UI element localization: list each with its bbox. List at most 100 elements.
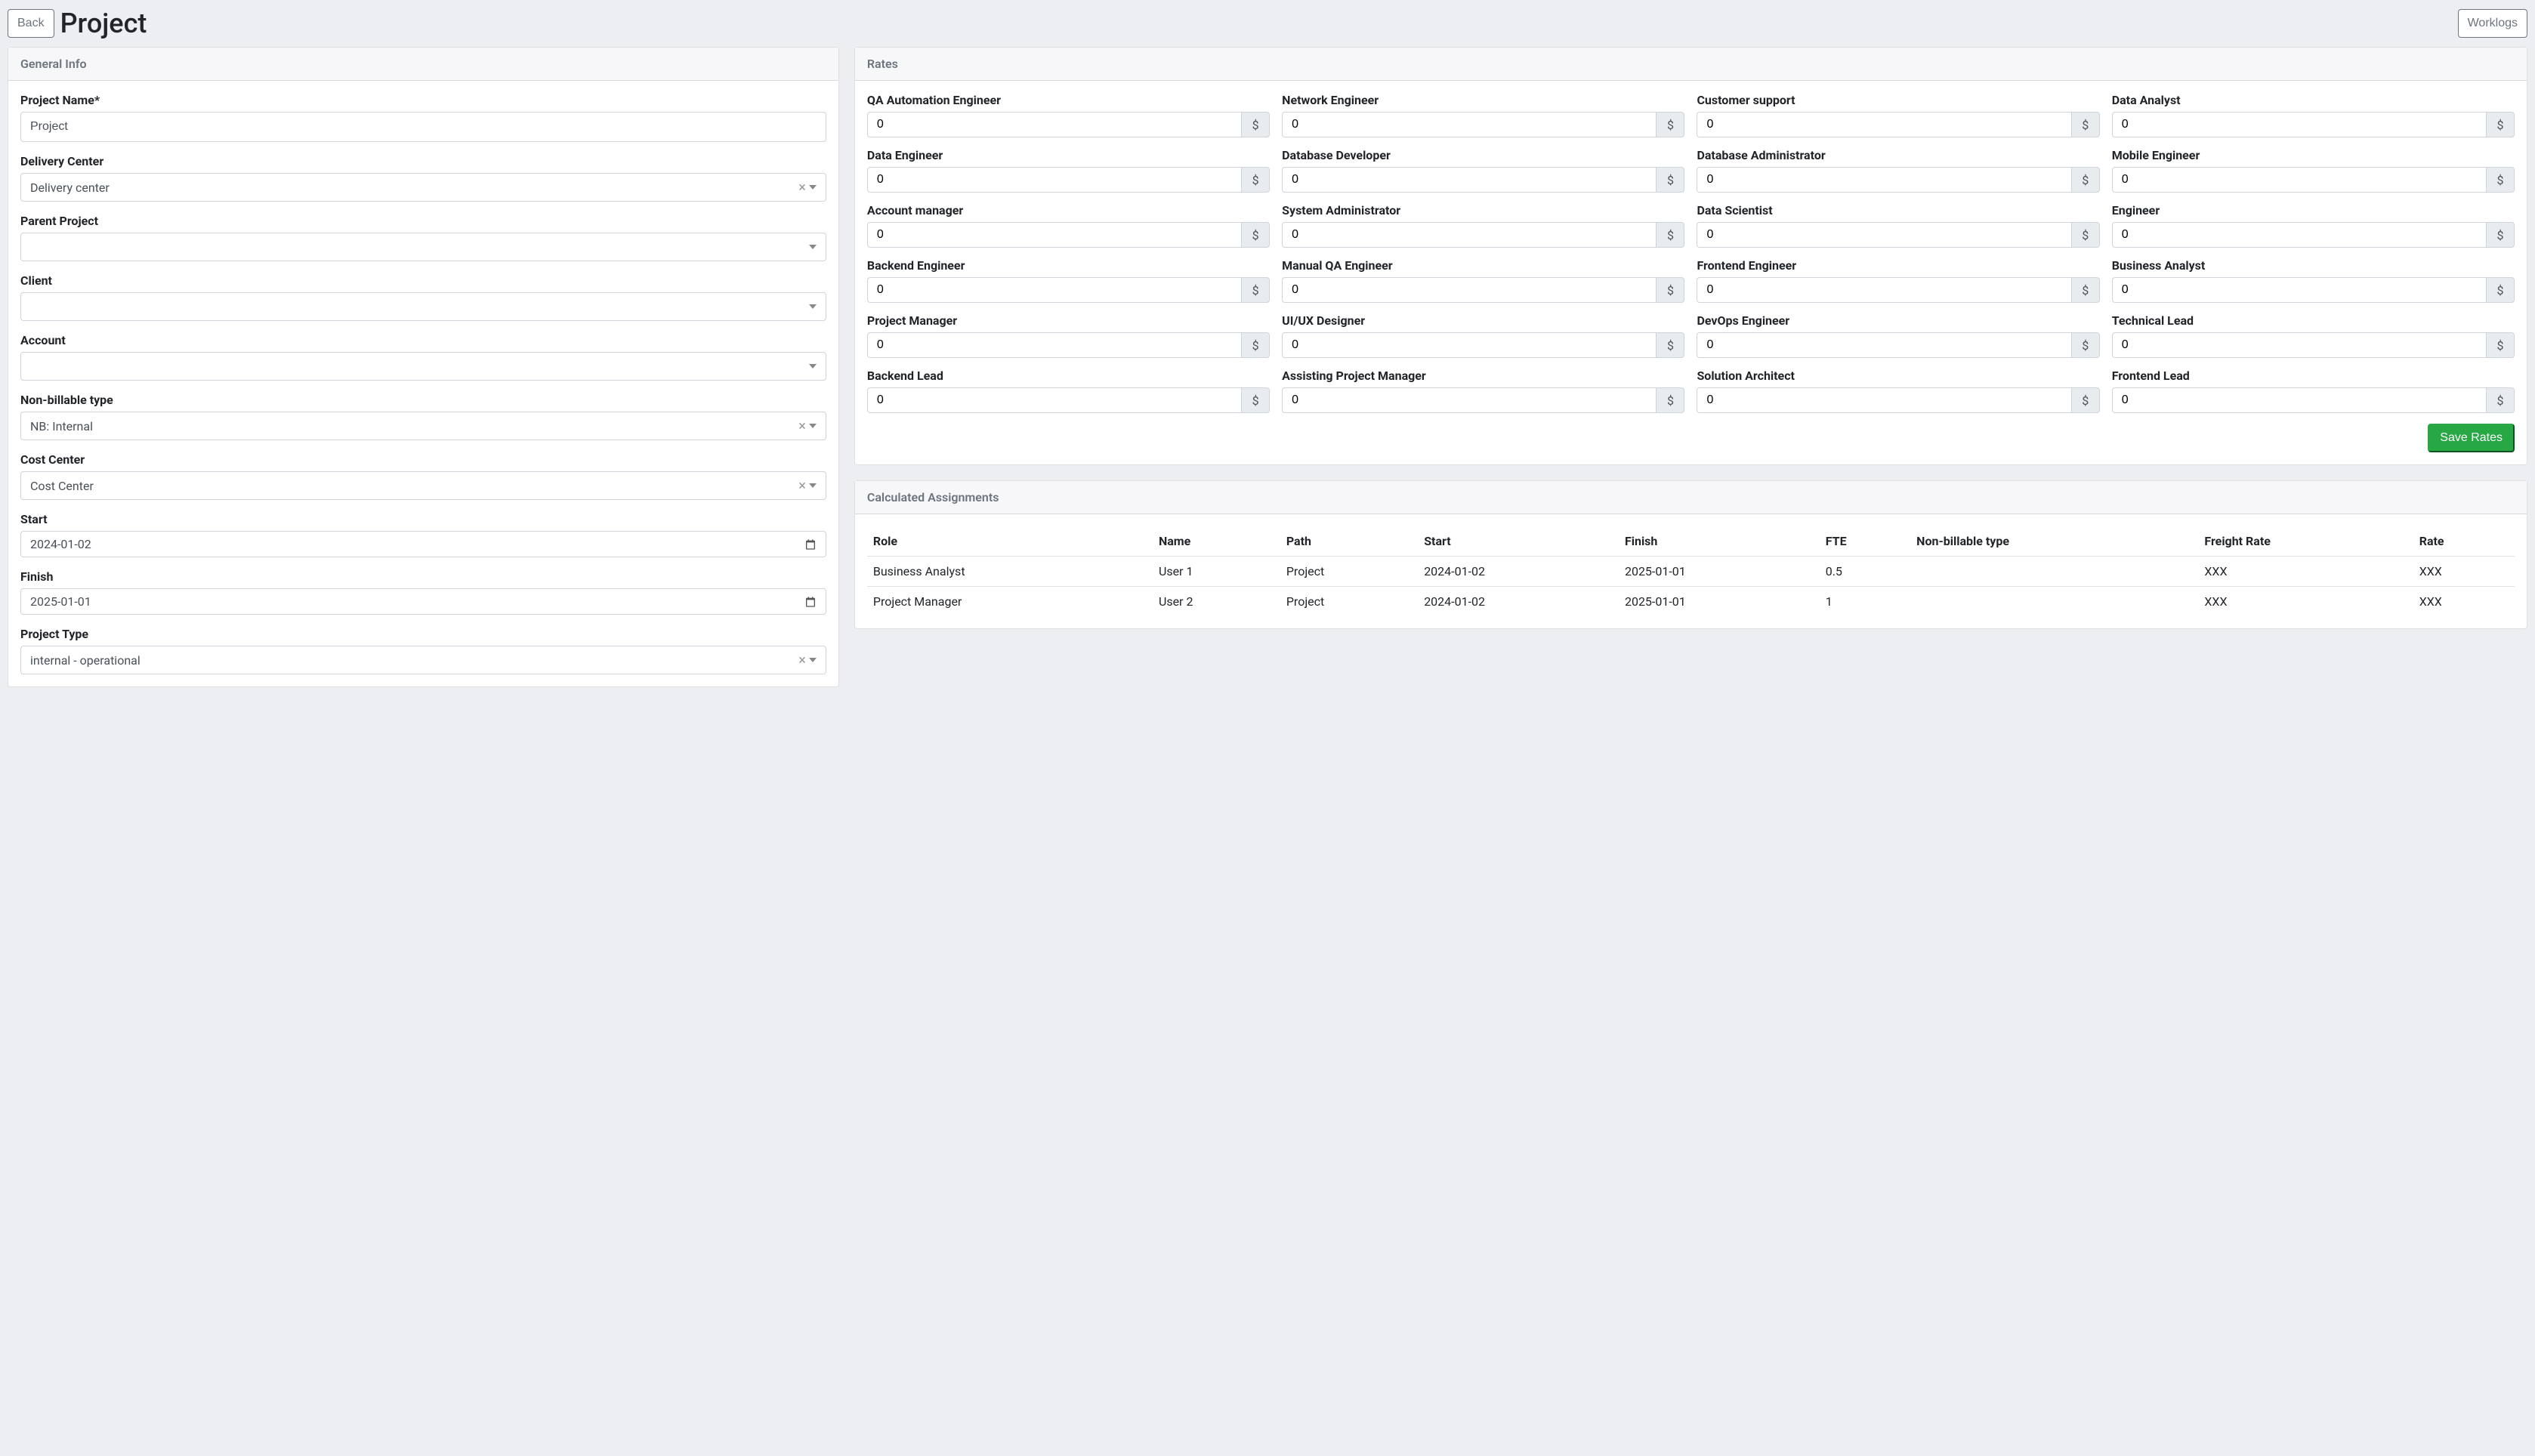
rate-label: Business Analyst bbox=[2112, 258, 2515, 273]
rate-label: Mobile Engineer bbox=[2112, 148, 2515, 162]
rate-item: Manual QA Engineer $ bbox=[1282, 258, 1684, 303]
currency-addon: $ bbox=[2071, 387, 2100, 413]
rate-input[interactable] bbox=[867, 387, 1241, 413]
clear-icon[interactable] bbox=[798, 653, 806, 668]
table-header: Finish bbox=[1619, 526, 1820, 557]
currency-addon: $ bbox=[1241, 167, 1270, 193]
clear-icon[interactable] bbox=[798, 479, 806, 493]
currency-addon: $ bbox=[2486, 332, 2515, 358]
delivery-center-label: Delivery Center bbox=[20, 154, 826, 168]
rate-item: Database Developer$ bbox=[1282, 148, 1684, 193]
finish-date-input[interactable]: 2025-01-01 bbox=[20, 588, 826, 615]
start-date-input[interactable]: 2024-01-02 bbox=[20, 531, 826, 557]
rate-label: Frontend Lead bbox=[2112, 369, 2515, 383]
currency-addon: $ bbox=[2486, 387, 2515, 413]
general-info-card: General Info Project Name* Delivery Cent… bbox=[8, 47, 839, 687]
cost-center-value: Cost Center bbox=[30, 479, 798, 493]
rate-input[interactable] bbox=[2112, 222, 2486, 248]
top-bar: Back Project Worklogs bbox=[8, 8, 2527, 39]
rate-input[interactable] bbox=[867, 112, 1241, 137]
table-header: Non-billable type bbox=[1910, 526, 2198, 557]
rate-input[interactable] bbox=[1697, 332, 2070, 358]
currency-addon: $ bbox=[2071, 222, 2100, 248]
rate-input[interactable] bbox=[2112, 332, 2486, 358]
rate-label: Data Scientist bbox=[1697, 203, 2099, 217]
currency-addon: $ bbox=[1656, 277, 1684, 303]
rate-input[interactable] bbox=[1282, 167, 1656, 193]
rate-input[interactable] bbox=[867, 222, 1241, 248]
table-cell bbox=[1910, 557, 2198, 587]
rate-label: Technical Lead bbox=[2112, 313, 2515, 328]
non-billable-type-select[interactable]: NB: Internal bbox=[20, 412, 826, 440]
rate-item: Data Engineer$ bbox=[867, 148, 1270, 193]
table-cell: 2025-01-01 bbox=[1619, 587, 1820, 617]
clear-icon[interactable] bbox=[798, 419, 806, 433]
project-type-select[interactable]: internal - operational bbox=[20, 646, 826, 674]
client-label: Client bbox=[20, 273, 826, 288]
rate-item: QA Automation Engineer$ bbox=[867, 93, 1270, 137]
project-name-input[interactable] bbox=[20, 112, 826, 142]
rate-item: Database Administrator$ bbox=[1697, 148, 2099, 193]
rate-input[interactable] bbox=[1282, 277, 1656, 303]
back-button[interactable]: Back bbox=[8, 9, 54, 38]
currency-addon: $ bbox=[2486, 167, 2515, 193]
rate-input[interactable] bbox=[1697, 222, 2070, 248]
table-cell: Business Analyst bbox=[867, 557, 1153, 587]
chevron-down-icon bbox=[809, 185, 817, 190]
rate-item: Frontend Engineer$ bbox=[1697, 258, 2099, 303]
rate-label: UI/UX Designer bbox=[1282, 313, 1684, 328]
rate-input[interactable] bbox=[1282, 222, 1656, 248]
rate-item: Network Engineer $ bbox=[1282, 93, 1684, 137]
table-cell: 2024-01-02 bbox=[1418, 557, 1619, 587]
rate-input[interactable] bbox=[867, 332, 1241, 358]
delivery-center-select[interactable]: Delivery center bbox=[20, 173, 826, 202]
rate-input[interactable] bbox=[2112, 167, 2486, 193]
table-header: Rate bbox=[2413, 526, 2515, 557]
rate-input[interactable] bbox=[1697, 277, 2070, 303]
rate-item: Backend Lead$ bbox=[867, 369, 1270, 413]
rate-label: DevOps Engineer bbox=[1697, 313, 2099, 328]
project-type-value: internal - operational bbox=[30, 653, 798, 668]
cost-center-label: Cost Center bbox=[20, 452, 826, 467]
project-type-label: Project Type bbox=[20, 627, 826, 641]
chevron-down-icon bbox=[809, 245, 817, 249]
rate-input[interactable] bbox=[867, 277, 1241, 303]
table-header: Role bbox=[867, 526, 1153, 557]
rate-item: System Administrator$ bbox=[1282, 203, 1684, 248]
currency-addon: $ bbox=[1656, 222, 1684, 248]
chevron-down-icon bbox=[809, 424, 817, 428]
rate-label: Engineer bbox=[2112, 203, 2515, 217]
parent-project-select[interactable] bbox=[20, 233, 826, 261]
general-info-header: General Info bbox=[8, 48, 838, 81]
account-select[interactable] bbox=[20, 352, 826, 381]
rate-input[interactable] bbox=[1282, 332, 1656, 358]
currency-addon: $ bbox=[2486, 222, 2515, 248]
chevron-down-icon bbox=[809, 658, 817, 662]
clear-icon[interactable] bbox=[798, 180, 806, 195]
rate-label: Backend Lead bbox=[867, 369, 1270, 383]
rate-input[interactable] bbox=[2112, 112, 2486, 137]
rate-input[interactable] bbox=[2112, 277, 2486, 303]
cost-center-select[interactable]: Cost Center bbox=[20, 471, 826, 500]
rate-label: Network Engineer bbox=[1282, 93, 1684, 107]
rate-input[interactable] bbox=[1697, 167, 2070, 193]
chevron-down-icon bbox=[809, 304, 817, 309]
rate-input[interactable] bbox=[1282, 387, 1656, 413]
worklogs-button[interactable]: Worklogs bbox=[2458, 9, 2527, 38]
save-rates-button[interactable]: Save Rates bbox=[2428, 424, 2515, 452]
client-select[interactable] bbox=[20, 292, 826, 321]
rate-input[interactable] bbox=[1697, 112, 2070, 137]
rate-input[interactable] bbox=[1282, 112, 1656, 137]
rate-item: Account manager$ bbox=[867, 203, 1270, 248]
rate-input[interactable] bbox=[1697, 387, 2070, 413]
table-cell: User 2 bbox=[1153, 587, 1280, 617]
rate-label: Assisting Project Manager bbox=[1282, 369, 1684, 383]
currency-addon: $ bbox=[2071, 167, 2100, 193]
rate-input[interactable] bbox=[867, 167, 1241, 193]
table-cell bbox=[1910, 587, 2198, 617]
finish-date-value: 2025-01-01 bbox=[30, 594, 804, 609]
currency-addon: $ bbox=[2071, 277, 2100, 303]
rate-label: Manual QA Engineer bbox=[1282, 258, 1684, 273]
currency-addon: $ bbox=[1656, 112, 1684, 137]
rate-input[interactable] bbox=[2112, 387, 2486, 413]
